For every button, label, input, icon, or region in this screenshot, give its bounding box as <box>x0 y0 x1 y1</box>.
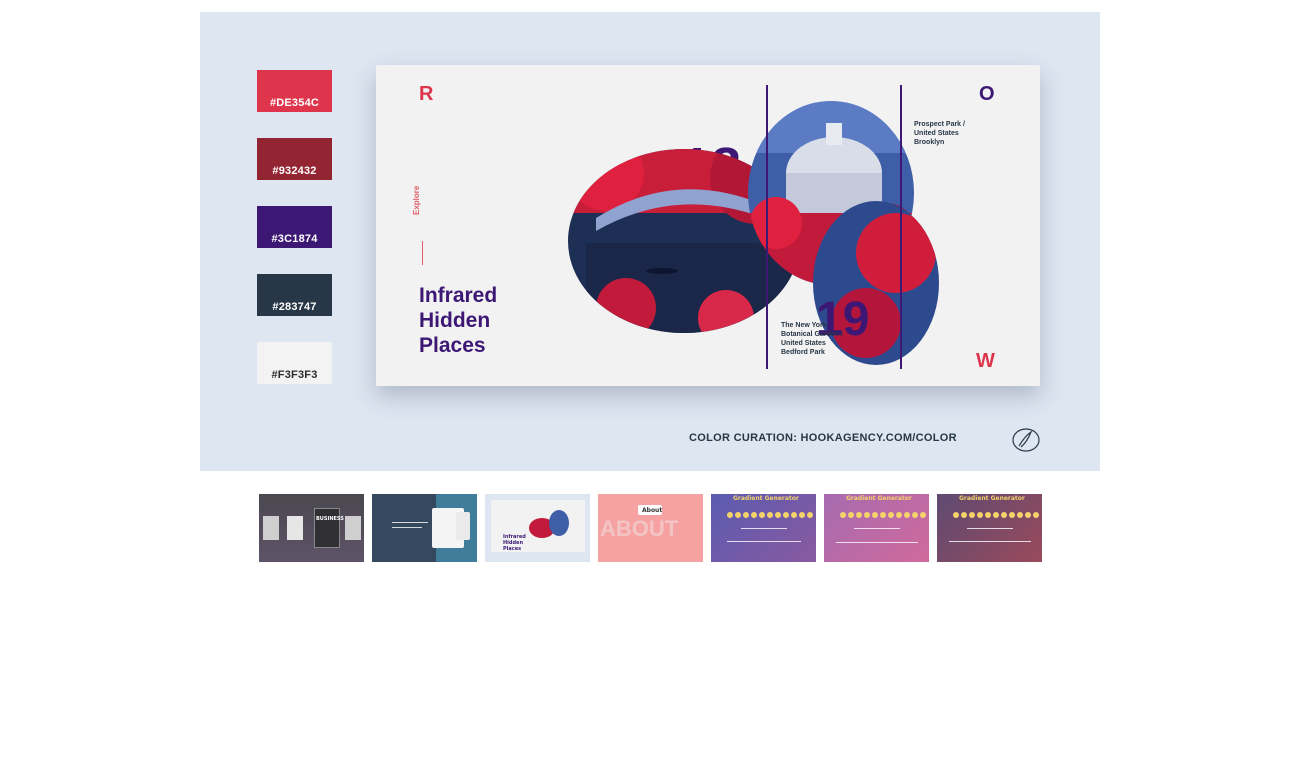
title-line: Infrared <box>419 284 498 307</box>
thumbnail-strip: BUSINESS Infrared Hidden Places About AB… <box>259 494 1042 562</box>
poster-title: Infrared Hidden Places <box>419 283 579 358</box>
swatch-f3f3f3: #F3F3F3 <box>257 342 332 384</box>
title-line: Hidden <box>419 309 491 332</box>
divider-left <box>766 85 768 369</box>
text-line <box>836 542 918 543</box>
thumb-panel <box>372 494 436 562</box>
card-shape <box>287 516 303 540</box>
poster-letter-r: R <box>419 83 434 105</box>
credit-text: COLOR CURATION: HOOKAGENCY.COM/COLOR <box>689 432 957 444</box>
swatch-label: #F3F3F3 <box>271 369 318 381</box>
text-line <box>949 541 1031 542</box>
swatch-932432: #932432 <box>257 138 332 180</box>
signature-logo-icon <box>1012 428 1040 452</box>
explore-divider <box>422 241 423 265</box>
explore-label: Explore <box>412 185 421 215</box>
poster: R O W Explore Infrared Hidden Places 18 <box>376 65 1040 386</box>
color-dots <box>727 512 813 518</box>
thumbnail-gradient-generator-1[interactable]: Gradient Generator <box>711 494 816 562</box>
swatch-label: #DE354C <box>269 97 320 109</box>
thumbnail-gradient-generator-2[interactable]: Gradient Generator <box>824 494 929 562</box>
text-line <box>967 528 1013 529</box>
text-line <box>727 541 801 542</box>
infrared-photo-collage: 18 <box>568 101 939 365</box>
thumbnail-badge-text: About <box>642 507 663 514</box>
caption-botanical-garden: The New York Botanical Garden / United S… <box>781 322 843 356</box>
thumbnail-text: Infrared Hidden Places <box>503 534 526 552</box>
title-line: Places <box>419 334 486 357</box>
caption-prospect-park: Prospect Park / United States Brooklyn <box>914 121 965 146</box>
swatch-283747: #283747 <box>257 274 332 316</box>
thumb-circle <box>549 510 569 536</box>
thumbnail-text: BUSINESS <box>316 516 344 522</box>
text-line <box>392 522 428 523</box>
swatch-label: #3C1874 <box>271 233 318 245</box>
phone-shape <box>456 512 470 540</box>
swatch-label: #283747 <box>272 301 317 313</box>
thumbnail-text: ABOUT <box>600 516 679 541</box>
swatch-de354c: #DE354C <box>257 70 332 112</box>
swatch-label: #932432 <box>272 165 317 177</box>
thumbnail-text: Gradient Generator <box>846 495 912 502</box>
thumbnail-gradient-generator-3[interactable]: Gradient Generator <box>937 494 1042 562</box>
text-line <box>741 528 787 529</box>
main-image: #DE354C #932432 #3C1874 #283747 #F3F3F3 … <box>200 12 1100 471</box>
thumbnail-device-mockup[interactable] <box>372 494 477 562</box>
color-dots <box>953 512 1039 518</box>
text-line <box>854 528 900 529</box>
poster-letter-w: W <box>976 350 995 372</box>
swatch-3c1874: #3C1874 <box>257 206 332 248</box>
divider-right <box>900 85 902 369</box>
thumbnail-infrared-poster[interactable]: Infrared Hidden Places <box>485 494 590 562</box>
text-line <box>392 527 422 528</box>
poster-letter-o: O <box>979 83 995 105</box>
thumbnail-text: Gradient Generator <box>959 495 1025 502</box>
card-shape <box>314 508 340 548</box>
thumbnail-text: Gradient Generator <box>733 495 799 502</box>
thumbnail-about-page[interactable]: About ABOUT <box>598 494 703 562</box>
color-dots <box>840 512 926 518</box>
thumbnail-business-cards[interactable]: BUSINESS <box>259 494 364 562</box>
card-shape <box>263 516 279 540</box>
card-shape <box>345 516 361 540</box>
